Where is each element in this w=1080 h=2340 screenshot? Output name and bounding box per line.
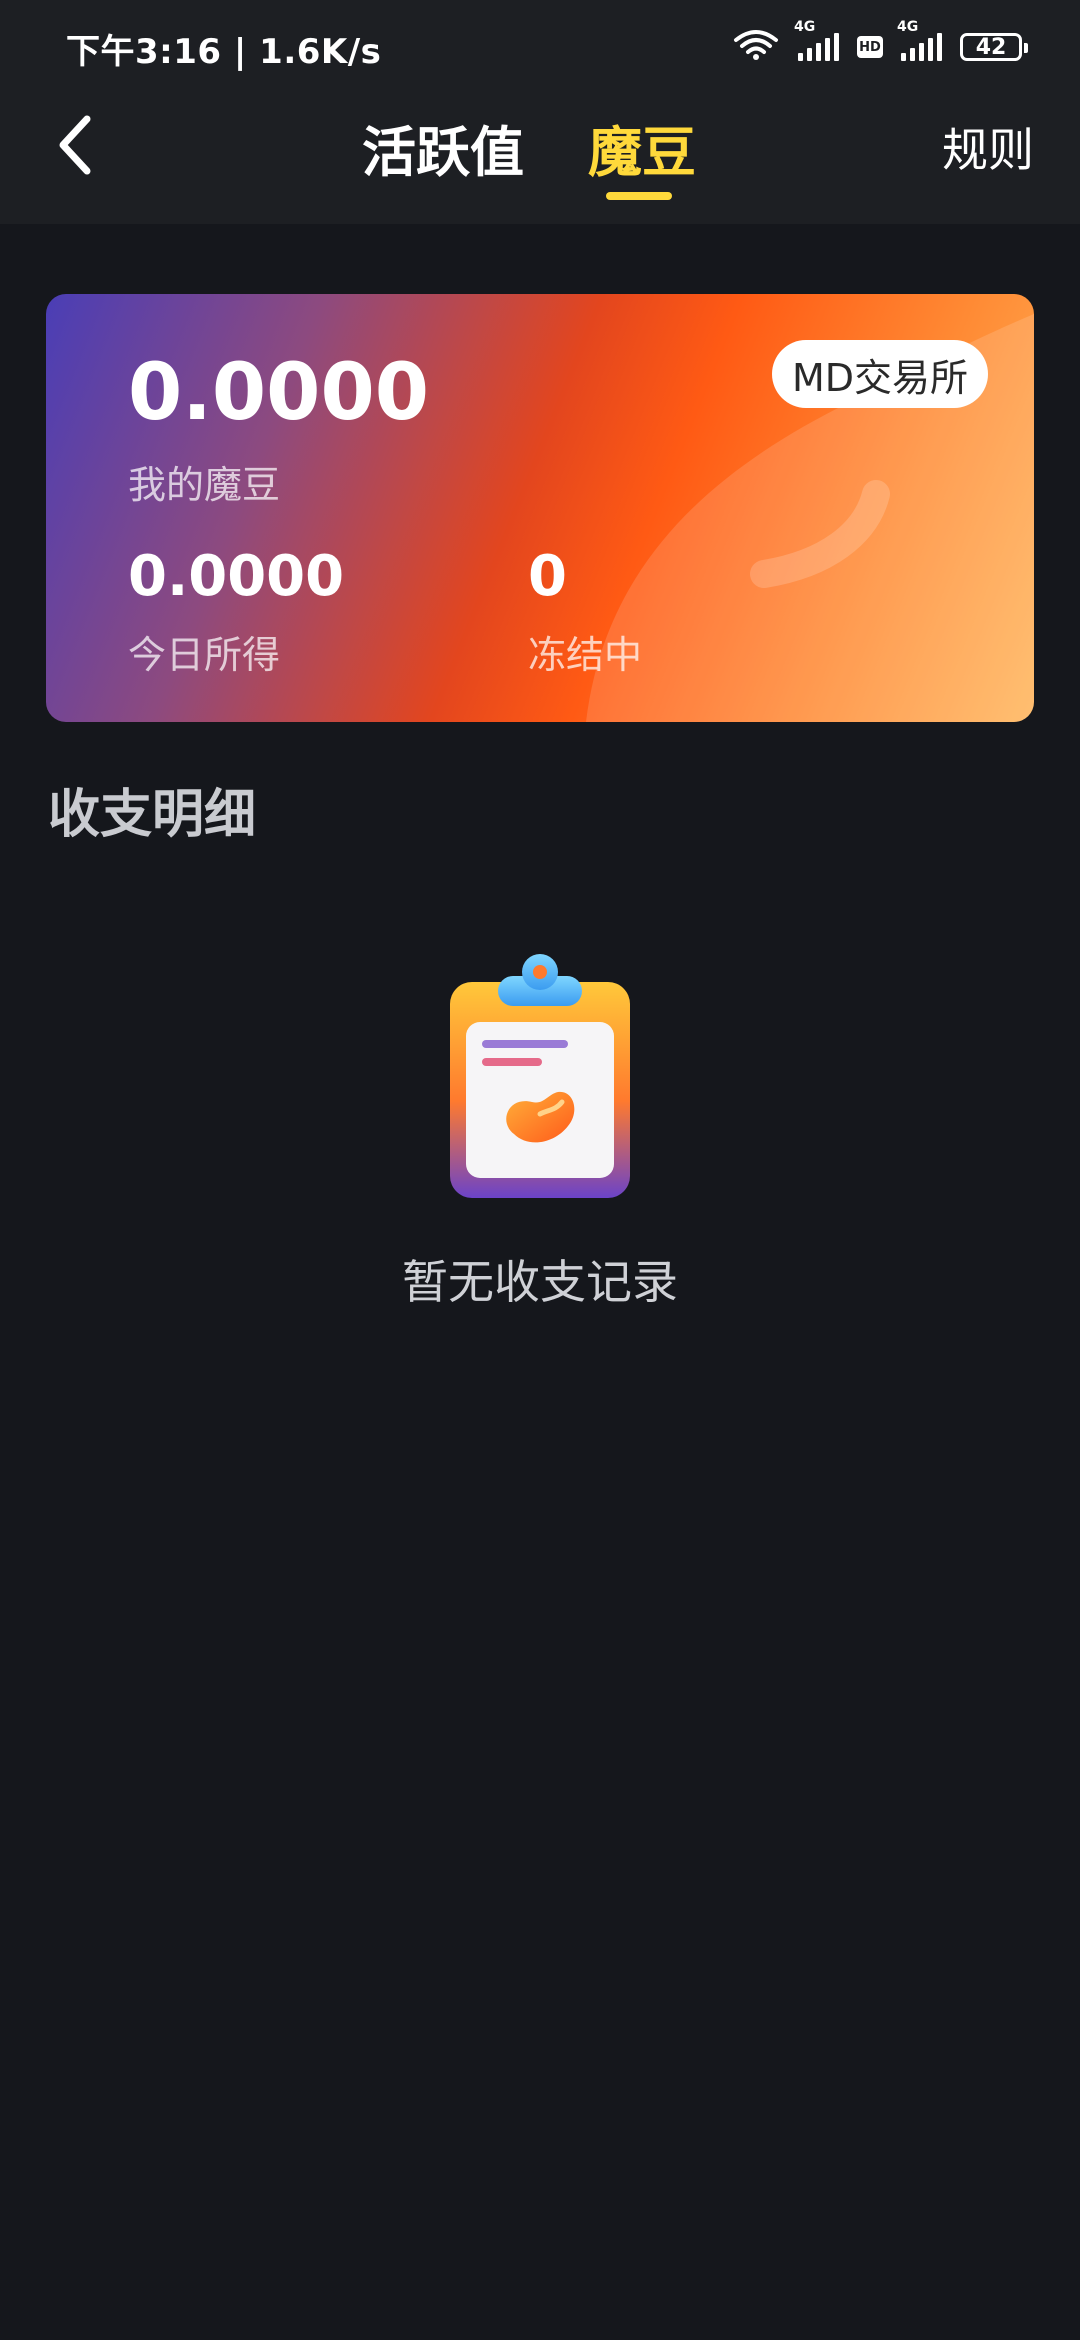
status-bar: 下午3:16 | 1.6K/s 4G HD 4G 42 (0, 0, 1080, 92)
today-earned-value: 0.0000 (128, 544, 345, 609)
signal-icon-2: 4G (897, 19, 942, 61)
balance-label: 我的魔豆 (128, 463, 281, 507)
clipboard-bean-icon (450, 954, 630, 1198)
frozen-value: 0 (528, 544, 567, 609)
section-title: 收支明细 (48, 785, 257, 845)
hd-icon: HD (857, 36, 883, 58)
rules-link[interactable]: 规则 (942, 114, 1034, 180)
battery-icon: 42 (960, 33, 1028, 61)
md-exchange-button[interactable]: MD交易所 (771, 340, 988, 408)
chevron-left-icon (59, 115, 91, 175)
back-button[interactable] (40, 110, 110, 180)
signal-icon-1: 4G (794, 19, 839, 61)
balance-value: 0.0000 (128, 348, 429, 438)
status-time: 下午3:16 | 1.6K/s (66, 32, 382, 72)
header: 活跃值 魔豆 规则 (0, 92, 1080, 224)
empty-state-text: 暂无收支记录 (402, 1255, 678, 1309)
wifi-icon (732, 28, 780, 66)
frozen-label: 冻结中 (528, 633, 643, 677)
tab-activity[interactable]: 活跃值 (362, 108, 524, 187)
status-icons: 4G HD 4G 42 (732, 19, 1028, 70)
tab-indicator (606, 192, 672, 200)
today-earned-label: 今日所得 (128, 633, 281, 677)
balance-card: MD交易所 0.0000 我的魔豆 0.0000 今日所得 0 冻结中 (46, 294, 1034, 722)
tab-mobean[interactable]: 魔豆 (588, 108, 696, 187)
